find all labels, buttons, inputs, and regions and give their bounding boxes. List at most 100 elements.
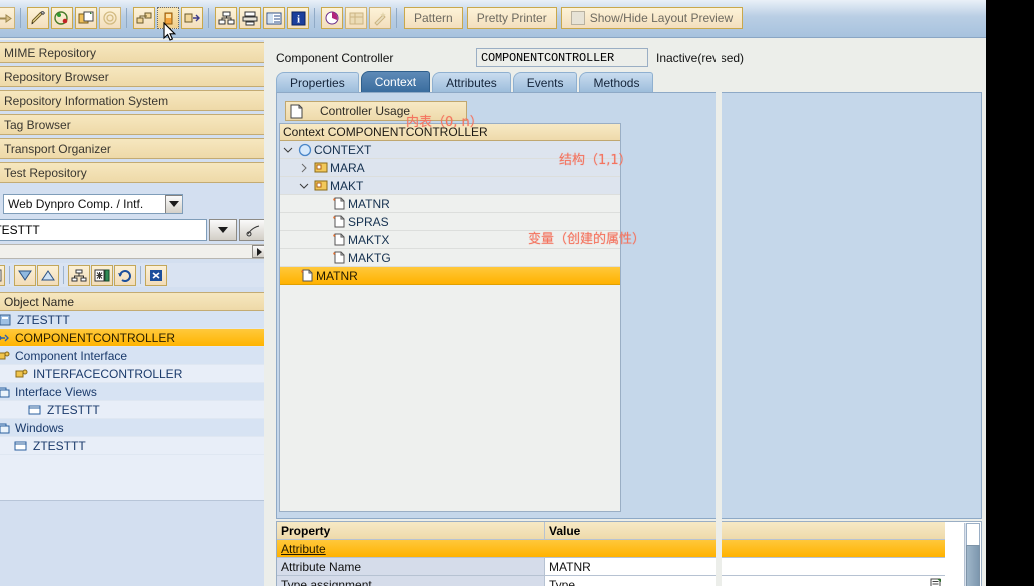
annotation-internal-table: 内表（0, n） [406, 115, 483, 130]
property-table: Property Value Attribute Attribute Name … [276, 521, 982, 586]
spiral-icon[interactable] [99, 7, 121, 29]
controller-name-field[interactable]: COMPONENTCONTROLLER [476, 48, 648, 67]
stack-print-icon[interactable] [239, 7, 261, 29]
windows-icon [0, 421, 11, 435]
object-tree[interactable]: ZTESTTT COMPONENTCONTROLLER Component In… [0, 311, 267, 501]
tree-row-label: ZTESTTT [33, 438, 86, 453]
delete-icon[interactable] [145, 264, 167, 286]
tree-row-componentcontroller[interactable]: COMPONENTCONTROLLER [0, 329, 267, 347]
chevron-right-icon[interactable] [296, 163, 312, 173]
pretty-printer-button[interactable]: Pretty Printer [466, 7, 557, 29]
runtime-analysis-icon[interactable] [321, 7, 343, 29]
tree-row-window-ztesttt[interactable]: ZTESTTT [0, 437, 267, 455]
pattern-button[interactable]: Pattern [404, 7, 463, 29]
context-row-variable-matnr[interactable]: MATNR [280, 267, 620, 285]
toolbar-buttons: i Pattern Pretty Printer Show/Hide Layou [0, 6, 745, 30]
nav-item-test-repository[interactable]: Test Repository [0, 162, 267, 183]
property-name: Attribute Name [277, 558, 545, 575]
wizard-icon[interactable] [369, 7, 391, 29]
pencil-display-change-icon[interactable] [27, 7, 49, 29]
tab-properties[interactable]: Properties [276, 72, 359, 92]
property-row-attribute-name[interactable]: Attribute Name MATNR [277, 558, 945, 576]
property-table-scrollbar[interactable] [964, 523, 980, 586]
nav-item-mime-repository[interactable]: MIME Repository [0, 42, 267, 63]
toolbar-separator [314, 8, 316, 28]
context-row-makt[interactable]: MAKT [280, 177, 620, 195]
tree-row-windows[interactable]: Windows [0, 419, 267, 437]
copy-object-icon[interactable] [75, 7, 97, 29]
display-change-toggle-icon[interactable] [0, 264, 5, 286]
toolbar-separator [396, 8, 398, 28]
nav-item-label: MIME Repository [4, 45, 97, 60]
nav-item-label: Transport Organizer [4, 141, 111, 156]
context-row-attr-maktg[interactable]: MAKTG [280, 249, 620, 267]
hierarchy-icon[interactable] [215, 7, 237, 29]
controller-editor: Component Controller COMPONENTCONTROLLER… [270, 40, 986, 586]
show-hide-layout-preview-label: Show/Hide Layout Preview [589, 11, 734, 25]
info-icon[interactable]: i [287, 7, 309, 29]
chevron-down-icon[interactable] [296, 182, 312, 190]
context-tree-box[interactable]: Context COMPONENTCONTROLLER CONTEXT MARA… [279, 123, 621, 512]
window-icon [13, 439, 29, 453]
tree-row-ztesttt-component[interactable]: ZTESTTT [0, 311, 267, 329]
object-name-dropdown-button[interactable] [209, 219, 237, 241]
property-row-type-assignment[interactable]: Type assignment Type [277, 576, 945, 586]
context-row-label: SPRAS [348, 214, 389, 229]
property-table-header: Property Value [277, 522, 945, 540]
filter-up-icon[interactable] [37, 264, 59, 286]
chevron-down-icon[interactable] [165, 194, 182, 213]
interface-icon [0, 349, 11, 363]
property-group-attribute[interactable]: Attribute [277, 540, 945, 558]
list-display-icon[interactable] [263, 7, 285, 29]
object-display-button[interactable] [239, 219, 267, 241]
nav-item-repository-information-system[interactable]: Repository Information System [0, 90, 267, 111]
abap-dictionary-icon[interactable] [345, 7, 367, 29]
object-type-select[interactable]: Web Dynpro Comp. / Intf. [3, 193, 183, 214]
property-value[interactable]: MATNR [545, 558, 945, 575]
repository-browser-panel: MIME Repository Repository Browser Repos… [0, 40, 270, 586]
tab-events[interactable]: Events [512, 72, 578, 92]
annotation-structure: 结构（1,1） [559, 153, 632, 168]
filter-down-icon[interactable] [14, 264, 36, 286]
tab-attributes[interactable]: Attributes [432, 72, 511, 92]
object-name-value: ZTESTTT [0, 223, 40, 237]
node-folder-icon [312, 179, 330, 192]
attribute-icon [330, 215, 348, 228]
tab-label: Context [374, 75, 417, 89]
scrollbar-thumb[interactable] [966, 545, 980, 586]
object-name-row: ZTESTTT [0, 219, 267, 241]
hierarchy-icon[interactable] [68, 264, 90, 286]
where-used-list-icon[interactable] [133, 7, 155, 29]
property-value-cell[interactable]: Type [545, 576, 945, 586]
nav-item-transport-organizer[interactable]: Transport Organizer [0, 138, 267, 159]
chevron-down-icon[interactable] [280, 146, 296, 154]
tree-row-interface-views[interactable]: Interface Views [0, 383, 267, 401]
back-arrow-icon[interactable] [0, 7, 15, 29]
nav-item-repository-browser[interactable]: Repository Browser [0, 66, 267, 87]
tree-row-component-interface[interactable]: Component Interface [0, 347, 267, 365]
refresh-icon[interactable] [114, 264, 136, 286]
tree-row-interface-view-ztesttt[interactable]: ZTESTTT [0, 401, 267, 419]
tab-methods[interactable]: Methods [579, 72, 654, 92]
nav-item-tag-browser[interactable]: Tag Browser [0, 114, 267, 135]
select-all-icon[interactable] [91, 264, 113, 286]
horizontal-scrollbar[interactable] [0, 244, 267, 259]
interface-controller-icon [13, 367, 29, 381]
tab-context[interactable]: Context [360, 71, 431, 92]
toolbar-separator [208, 8, 210, 28]
navigate-icon[interactable] [181, 7, 203, 29]
application-toolbar: i Pattern Pretty Printer Show/Hide Layou [0, 0, 986, 41]
attribute-icon [330, 251, 348, 264]
nav-item-label: Test Repository [4, 165, 87, 180]
nav-item-label: Repository Information System [4, 93, 169, 108]
activate-object-icon[interactable] [157, 7, 179, 29]
property-name: Type assignment [277, 576, 545, 586]
show-hide-layout-preview-button[interactable]: Show/Hide Layout Preview [560, 7, 744, 29]
toolbar-separator [63, 266, 64, 284]
node-folder-icon [312, 161, 330, 174]
palette-icon[interactable] [51, 7, 73, 29]
context-row-attr-matnr[interactable]: MATNR [280, 195, 620, 213]
object-name-input[interactable]: ZTESTTT [0, 219, 207, 241]
value-help-icon[interactable] [929, 578, 942, 586]
tree-row-interfacecontroller[interactable]: INTERFACECONTROLLER [0, 365, 267, 383]
